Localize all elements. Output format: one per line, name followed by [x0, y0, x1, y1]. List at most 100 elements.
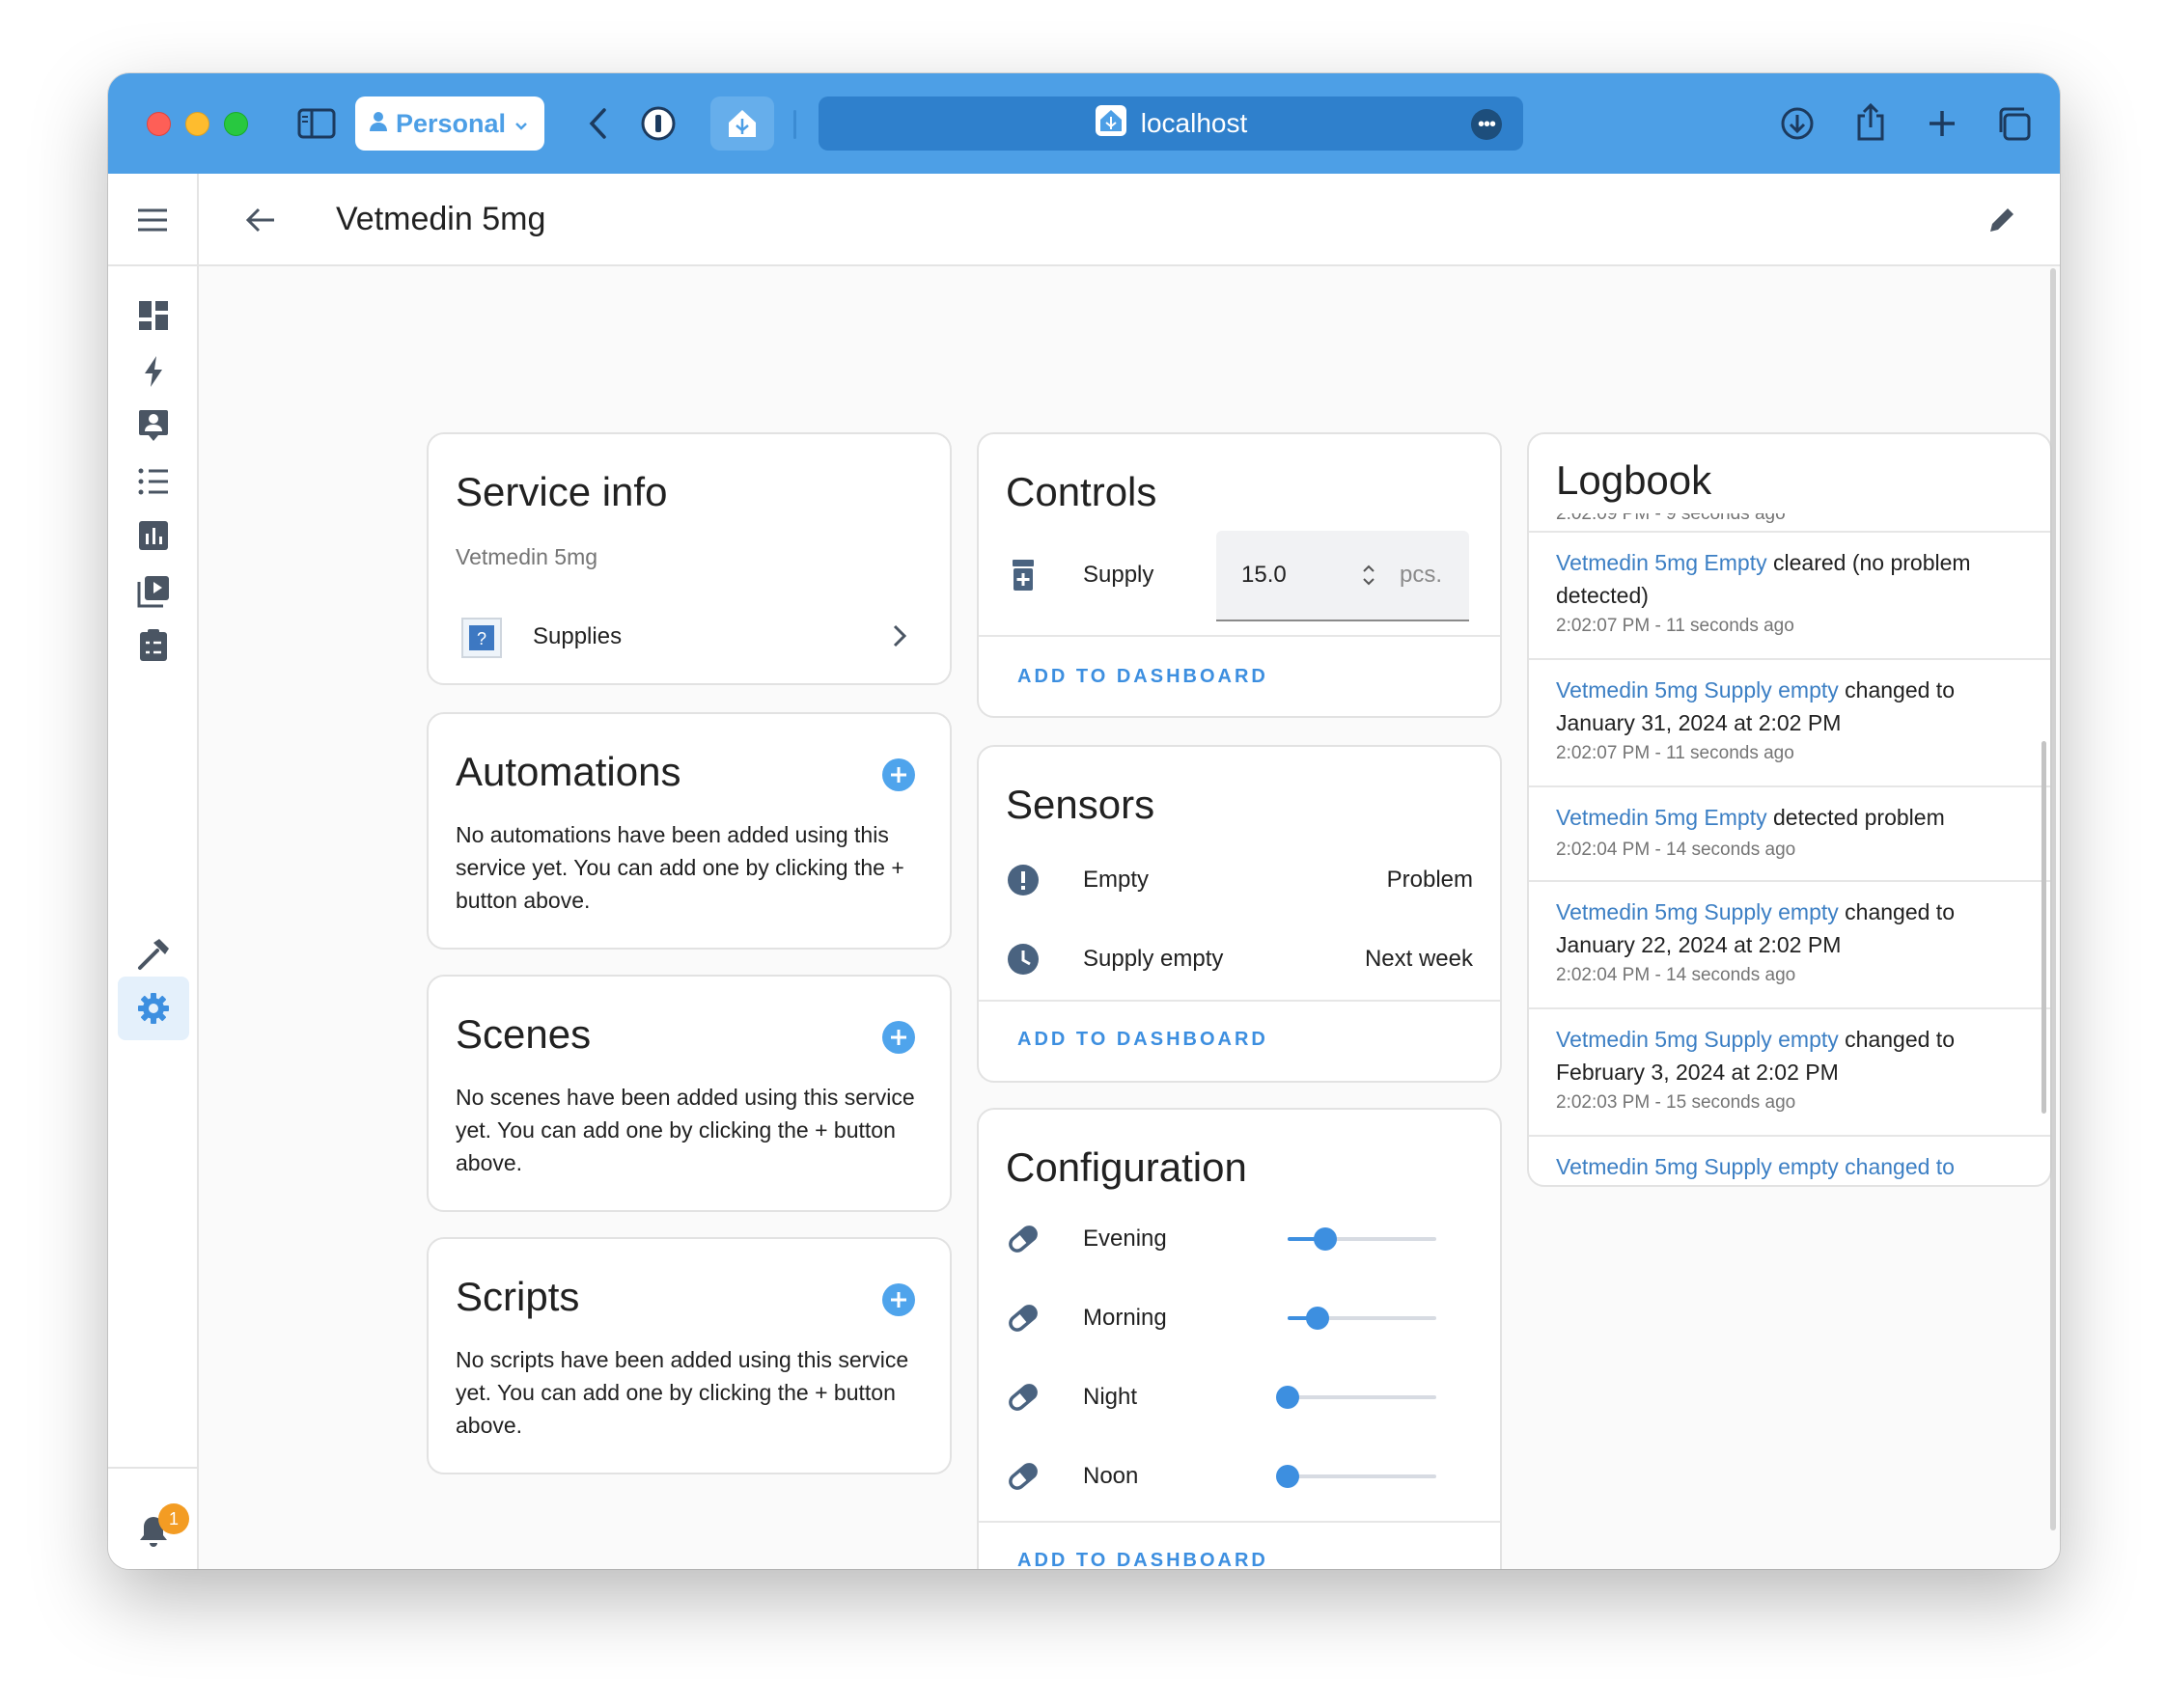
chart-icon	[139, 521, 168, 550]
log-entry: Vetmedin 5mg Supply empty changed to Feb…	[1529, 1009, 2050, 1137]
controls-card: Controls Supply 15.0 pcs. ADD TO DASHBOA…	[977, 432, 1502, 718]
config-morning-label: Morning	[1083, 1305, 1167, 1331]
page-scrollbar[interactable]	[2050, 268, 2056, 1530]
config-evening-label: Evening	[1083, 1226, 1167, 1252]
controls-title: Controls	[1006, 469, 1157, 514]
site-favicon-icon	[1095, 104, 1127, 144]
logbook-card: Logbook 2:02:09 PM - 9 seconds ago Vetme…	[1527, 432, 2052, 1187]
log-time: 2:02:04 PM - 14 seconds ago	[1556, 965, 1796, 985]
sidebar-item-settings[interactable]	[118, 977, 189, 1040]
log-text: Vetmedin 5mg Supply empty changed to Jan…	[1556, 674, 2012, 739]
morning-slider[interactable]	[1288, 1307, 1436, 1330]
sensor-empty-value: Problem	[1386, 867, 1473, 893]
person-icon	[369, 109, 388, 139]
more-options-icon[interactable]: •••	[1471, 109, 1502, 140]
sensor-supply-empty-value: Next week	[1364, 946, 1473, 972]
logbook-scroll-area[interactable]: 2:02:09 PM - 9 seconds ago Vetmedin 5mg …	[1529, 513, 2050, 1185]
app-header: Vetmedin 5mg	[199, 174, 2060, 266]
log-entry: Vetmedin 5mg Supply empty changed to Jan…	[1529, 660, 2050, 787]
back-arrow-icon[interactable]	[241, 201, 280, 239]
add-script-button[interactable]	[882, 1283, 915, 1316]
share-icon[interactable]	[1851, 100, 1890, 143]
noon-slider[interactable]	[1276, 1465, 1436, 1488]
scenes-title: Scenes	[456, 1011, 592, 1057]
slider-handle[interactable]	[1276, 1465, 1299, 1488]
sidebar: 1 t	[108, 174, 199, 1569]
new-tab-icon[interactable]	[1923, 104, 1961, 143]
sidebar-item-overview[interactable]	[118, 284, 189, 347]
address-bar[interactable]: localhost •••	[819, 96, 1523, 151]
log-entity-link[interactable]: Vetmedin 5mg Supply empty	[1556, 1027, 1839, 1052]
log-entity-link[interactable]: Vetmedin 5mg Empty	[1556, 550, 1767, 575]
page-title: Vetmedin 5mg	[336, 201, 546, 237]
log-entry-partial: 2:02:09 PM - 9 seconds ago	[1529, 513, 2050, 533]
pill-bottle-icon	[1006, 558, 1041, 592]
add-scene-button[interactable]	[882, 1021, 915, 1054]
menu-icon[interactable]	[133, 203, 172, 237]
sidebar-item-map[interactable]	[118, 394, 189, 457]
configuration-title: Configuration	[1006, 1144, 1247, 1190]
pill-icon	[1006, 1459, 1041, 1494]
supplies-link[interactable]: ? Supplies	[429, 604, 950, 668]
downloads-icon[interactable]	[1778, 104, 1817, 143]
scenes-card: Scenes No scenes have been added using t…	[427, 975, 952, 1212]
browser-toolbar: Personal localhost •••	[108, 73, 2060, 174]
controls-add-to-dashboard-button[interactable]: ADD TO DASHBOARD	[1017, 666, 1268, 688]
supply-input[interactable]: 15.0 pcs.	[1216, 531, 1469, 621]
sidebar-toggle-icon[interactable]	[295, 104, 338, 143]
log-time: 2:02:07 PM - 11 seconds ago	[1556, 616, 1794, 636]
log-entry: Vetmedin 5mg Empty detected problem 2:02…	[1529, 787, 2050, 882]
automations-empty-text: No automations have been added using thi…	[456, 822, 904, 913]
profile-selector[interactable]: Personal	[355, 96, 544, 151]
sidebar-item-todo[interactable]	[118, 614, 189, 677]
supply-value: 15.0	[1241, 562, 1287, 588]
scripts-title: Scripts	[456, 1274, 580, 1319]
plus-icon	[891, 767, 906, 783]
configuration-add-to-dashboard-button[interactable]: ADD TO DASHBOARD	[1017, 1550, 1268, 1569]
add-automation-button[interactable]	[882, 758, 915, 791]
close-window-button[interactable]	[147, 112, 171, 136]
sensor-supply-empty-label: Supply empty	[1083, 946, 1224, 972]
zoom-window-button[interactable]	[224, 112, 248, 136]
back-nav-icon[interactable]	[579, 104, 618, 143]
list-icon	[138, 468, 168, 495]
logbook-scrollbar[interactable]	[2041, 741, 2046, 1114]
minimize-window-button[interactable]	[185, 112, 209, 136]
stepper-arrows-icon[interactable]	[1361, 562, 1376, 589]
supplies-label: Supplies	[533, 623, 623, 649]
edit-pencil-icon[interactable]	[1983, 201, 2021, 239]
slider-handle[interactable]	[1276, 1386, 1299, 1409]
log-time: 2:02:04 PM - 14 seconds ago	[1556, 840, 1796, 860]
hammer-icon	[138, 939, 169, 970]
log-entity-link[interactable]: Vetmedin 5mg Supply empty	[1556, 899, 1839, 924]
main-content: Service info Vetmedin 5mg ? Supplies Aut…	[199, 266, 2060, 1569]
slider-handle[interactable]	[1305, 1307, 1329, 1330]
tab-overview-icon[interactable]	[1994, 104, 2033, 143]
sidebar-item-history[interactable]	[118, 504, 189, 567]
evening-slider[interactable]	[1288, 1227, 1436, 1251]
password-manager-icon[interactable]	[639, 104, 678, 143]
pill-icon	[1006, 1380, 1041, 1415]
unknown-device-icon: ?	[461, 618, 502, 658]
configuration-footer: ADD TO DASHBOARD	[979, 1521, 1500, 1569]
log-entity-link[interactable]: Vetmedin 5mg Supply empty	[1556, 677, 1839, 702]
log-text: Vetmedin 5mg Supply empty changed to Jan…	[1556, 895, 2012, 961]
lightning-icon	[145, 356, 162, 387]
controls-footer: ADD TO DASHBOARD	[979, 635, 1500, 716]
sidebar-header	[108, 174, 197, 266]
log-text: Vetmedin 5mg Empty cleared (no problem d…	[1556, 546, 2012, 612]
home-assistant-extension-icon[interactable]	[710, 96, 774, 151]
gear-icon	[138, 993, 169, 1024]
chevron-down-icon	[514, 109, 529, 139]
browser-window: Personal localhost ••• 1 Vetmedin 5mg Se…	[108, 73, 2060, 1569]
url-text: localhost	[1140, 108, 1248, 138]
night-slider[interactable]	[1276, 1386, 1436, 1409]
clipboard-icon	[140, 629, 167, 661]
sensors-add-to-dashboard-button[interactable]: ADD TO DASHBOARD	[1017, 1029, 1268, 1051]
log-entity-link[interactable]: Vetmedin 5mg Empty	[1556, 805, 1767, 830]
log-time: 2:02:09 PM - 9 seconds ago	[1556, 513, 1786, 524]
sensors-footer: ADD TO DASHBOARD	[979, 1000, 1500, 1081]
log-time: 2:02:07 PM - 11 seconds ago	[1556, 743, 1794, 763]
slider-handle[interactable]	[1313, 1227, 1337, 1251]
chevron-right-icon	[892, 623, 907, 653]
